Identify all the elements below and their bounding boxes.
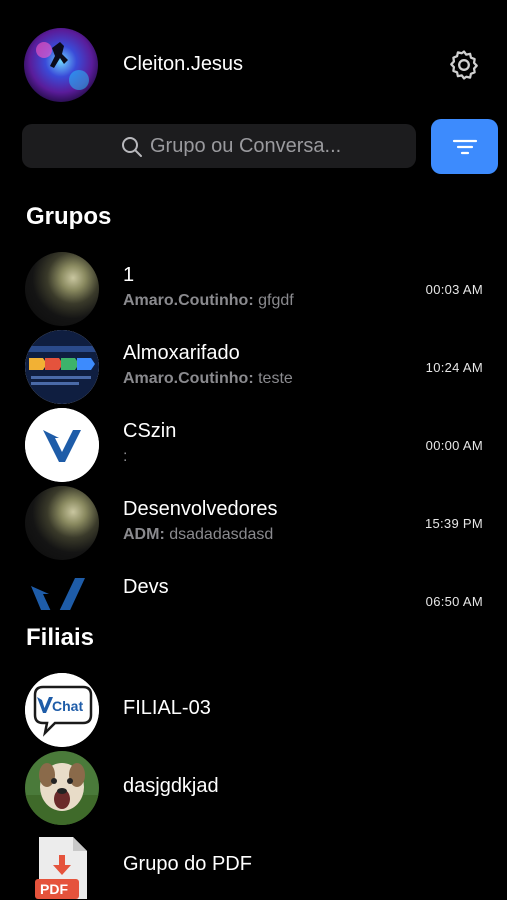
group-time: 06:50 AM — [425, 594, 483, 609]
pdf-label: PDF — [40, 881, 68, 897]
groups-list: 1 Amaro.Coutinho: gfgdf 00:03 AM Almoxar… — [0, 250, 507, 610]
search-bar — [22, 124, 416, 168]
search-icon — [122, 137, 142, 157]
message-text: dsadadasdasd — [169, 526, 274, 543]
group-avatar — [25, 408, 99, 482]
group-row[interactable]: 1 Amaro.Coutinho: gfgdf 00:03 AM — [0, 250, 507, 328]
group-last-message: Amaro.Coutinho: gfgdf — [123, 292, 294, 310]
profile-avatar[interactable] — [24, 28, 98, 102]
group-avatar — [25, 564, 99, 610]
branch-name: Grupo do PDF — [123, 853, 252, 875]
group-last-message: Amaro.Coutinho: teste — [123, 370, 293, 388]
gear-icon — [450, 50, 478, 80]
group-avatar — [25, 486, 99, 560]
branch-avatar — [25, 751, 99, 825]
filter-button[interactable] — [431, 119, 498, 174]
search-input[interactable] — [150, 124, 410, 168]
group-name: CSzin — [123, 420, 177, 442]
group-last-message: : — [123, 448, 127, 466]
username: Cleiton.Jesus — [123, 53, 244, 75]
group-last-message: ADM: dsadadasdasd — [123, 526, 273, 544]
message-sender: Amaro.Coutinho: — [123, 370, 254, 387]
message-text: gfgdf — [258, 292, 294, 309]
group-time: 00:00 AM — [425, 438, 483, 453]
branch-avatar: Chat — [25, 673, 99, 747]
message-text: teste — [258, 370, 293, 387]
group-time: 00:03 AM — [425, 282, 483, 297]
pdf-file-icon: PDF — [35, 837, 87, 899]
group-time: 10:24 AM — [425, 360, 483, 375]
group-avatar — [25, 330, 99, 404]
vchat-logo-icon: Chat — [25, 673, 99, 747]
group-row[interactable]: CSzin : 00:00 AM — [0, 406, 507, 484]
branches-section-title: Filiais — [26, 624, 95, 651]
group-name: Almoxarifado — [123, 342, 240, 364]
message-sender: Amaro.Coutinho: — [123, 292, 254, 309]
vchat-logo-icon — [25, 408, 99, 482]
group-time: 15:39 PM — [424, 516, 483, 531]
settings-button[interactable] — [444, 45, 484, 85]
group-row[interactable]: Desenvolvedores ADM: dsadadasdasd 15:39 … — [0, 484, 507, 562]
branch-avatar: PDF — [25, 829, 99, 900]
branches-list: Chat FILIAL-03 dasjgdkjad PDF Grupo do P… — [0, 671, 507, 900]
groups-section-title: Grupos — [26, 203, 112, 230]
message-text: : — [123, 448, 128, 465]
group-row[interactable]: Almoxarifado Amaro.Coutinho: teste 10:24… — [0, 328, 507, 406]
group-name: 1 — [123, 264, 135, 286]
message-sender: ADM: — [123, 526, 165, 543]
group-avatar — [25, 252, 99, 326]
branch-avatar-text: Chat — [52, 698, 83, 714]
group-row[interactable]: Devs 06:50 AM — [0, 562, 507, 610]
filter-icon — [452, 139, 477, 154]
branch-row[interactable]: PDF Grupo do PDF — [0, 827, 507, 900]
group-name: Desenvolvedores — [123, 498, 278, 520]
header: Cleiton.Jesus — [0, 0, 507, 120]
branch-name: dasjgdkjad — [123, 775, 219, 797]
branch-row[interactable]: Chat FILIAL-03 — [0, 671, 507, 749]
branch-row[interactable]: dasjgdkjad — [0, 749, 507, 827]
vchat-logo-icon — [31, 578, 85, 610]
group-name: Devs — [123, 576, 169, 598]
branch-name: FILIAL-03 — [123, 697, 211, 719]
